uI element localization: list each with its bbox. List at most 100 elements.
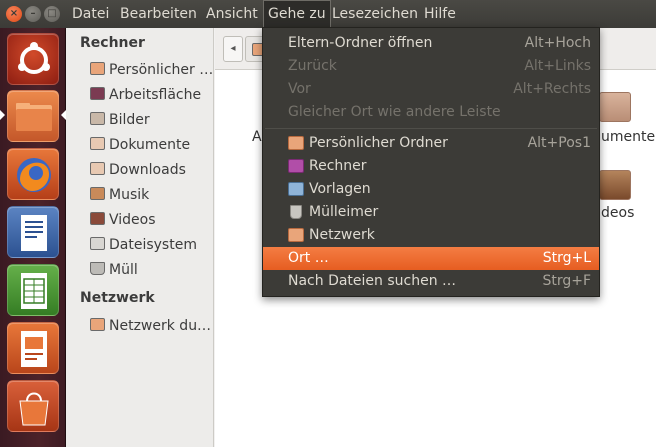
menu-item-location[interactable]: Ort … Strg+L xyxy=(263,247,599,270)
menu-item-templates[interactable]: Vorlagen xyxy=(263,178,599,201)
menu-item-computer[interactable]: Rechner xyxy=(263,155,599,178)
folder-icon xyxy=(16,103,52,131)
menu-item-parent-folder[interactable]: Eltern-Ordner öffnen Alt+Hoch xyxy=(263,32,599,55)
menu-item-accelerator: Alt+Hoch xyxy=(524,35,591,51)
videos-folder-icon xyxy=(90,212,105,225)
firefox-launcher-button[interactable] xyxy=(7,148,59,200)
menu-item-label: Rechner xyxy=(309,158,367,174)
file-label-documents[interactable]: umente xyxy=(601,129,655,145)
menu-gehe-zu[interactable]: Gehe zu xyxy=(263,0,331,28)
menu-item-label: Vorlagen xyxy=(309,181,371,197)
sidebar-item-documents[interactable]: Dokumente xyxy=(90,134,190,156)
menu-lesezeichen[interactable]: Lesezeichen xyxy=(328,0,422,28)
filesystem-icon xyxy=(90,237,105,250)
menu-item-label: Nach Dateien suchen … xyxy=(288,273,457,289)
libreoffice-impress-icon xyxy=(21,331,47,367)
impress-launcher-button[interactable] xyxy=(7,322,59,374)
sidebar-item-label: Dateisystem xyxy=(109,237,197,253)
menu-item-search-files[interactable]: Nach Dateien suchen … Strg+F xyxy=(263,270,599,293)
sidebar-item-label: Netzwerk du… xyxy=(109,318,212,334)
sidebar-item-label: Musik xyxy=(109,187,150,203)
network-icon xyxy=(90,318,105,331)
sidebar-heading-netzwerk: Netzwerk xyxy=(80,290,155,306)
menu-bearbeiten[interactable]: Bearbeiten xyxy=(116,0,201,28)
menu-item-label: Persönlicher Ordner xyxy=(309,135,448,151)
back-arrow-button[interactable]: ◂ xyxy=(223,36,243,62)
unity-launcher xyxy=(0,28,66,447)
file-label-videos[interactable]: deos xyxy=(601,205,634,221)
menu-item-label: Vor xyxy=(288,81,311,97)
minimize-window-button[interactable]: – xyxy=(25,6,41,22)
sidebar-item-desktop[interactable]: Arbeitsfläche xyxy=(90,84,201,106)
pictures-folder-icon xyxy=(90,112,105,125)
sidebar-item-label: Bilder xyxy=(109,112,150,128)
sidebar-item-label: Arbeitsfläche xyxy=(109,87,202,103)
dash-home-button[interactable] xyxy=(7,33,59,85)
calc-launcher-button[interactable] xyxy=(7,264,59,316)
menu-datei[interactable]: Datei xyxy=(68,0,113,28)
home-folder-icon xyxy=(90,62,105,75)
sidebar-item-filesystem[interactable]: Dateisystem xyxy=(90,234,197,256)
downloads-folder-icon xyxy=(90,162,105,175)
menu-item-accelerator: Strg+F xyxy=(542,273,591,289)
menu-item-label: Gleicher Ort wie andere Leiste xyxy=(288,104,501,120)
trash-icon xyxy=(290,205,302,219)
sidebar-item-label: Müll xyxy=(109,262,138,278)
sidebar-item-network[interactable]: Netzwerk du… xyxy=(90,315,211,337)
shopping-bag-icon xyxy=(19,392,49,426)
maximize-window-button[interactable]: □ xyxy=(44,6,60,22)
file-label-partial[interactable]: A xyxy=(252,129,262,145)
documents-folder-icon xyxy=(90,137,105,150)
menu-item-label: Ort … xyxy=(288,250,329,266)
firefox-icon xyxy=(17,158,51,192)
menu-item-label: Eltern-Ordner öffnen xyxy=(288,35,433,51)
writer-launcher-button[interactable] xyxy=(7,206,59,258)
places-sidebar: Rechner Persönlicher … Arbeitsfläche Bil… xyxy=(66,28,214,447)
sidebar-item-pictures[interactable]: Bilder xyxy=(90,109,150,131)
music-folder-icon xyxy=(90,187,105,200)
sidebar-item-music[interactable]: Musik xyxy=(90,184,149,206)
computer-icon xyxy=(288,159,304,173)
templates-icon xyxy=(288,182,304,196)
network-icon xyxy=(288,228,304,242)
menu-ansicht[interactable]: Ansicht xyxy=(202,0,262,28)
close-window-button[interactable]: × xyxy=(6,6,22,22)
menu-item-accelerator: Alt+Links xyxy=(524,58,591,74)
sidebar-item-label: Videos xyxy=(109,212,156,228)
libreoffice-calc-icon xyxy=(21,273,47,309)
menu-item-network[interactable]: Netzwerk xyxy=(263,224,599,247)
menu-item-label: Zurück xyxy=(288,58,337,74)
files-launcher-button[interactable] xyxy=(7,90,59,142)
menu-item-trash[interactable]: Mülleimer xyxy=(263,201,599,224)
sidebar-item-label: Downloads xyxy=(109,162,186,178)
menu-item-home-folder[interactable]: Persönlicher Ordner Alt+Pos1 xyxy=(263,132,599,155)
sidebar-item-videos[interactable]: Videos xyxy=(90,209,156,231)
menu-item-accelerator: Alt+Rechts xyxy=(513,81,591,97)
libreoffice-writer-icon xyxy=(21,215,47,251)
sidebar-heading-rechner: Rechner xyxy=(80,35,145,51)
sidebar-item-trash[interactable]: Müll xyxy=(90,259,138,281)
menubar: × – □ Datei Bearbeiten Ansicht Gehe zu L… xyxy=(0,0,656,28)
sidebar-item-label: Persönlicher … xyxy=(109,62,214,78)
menu-item-same-location: Gleicher Ort wie andere Leiste xyxy=(263,101,599,124)
ubuntu-logo-icon xyxy=(18,42,50,74)
menu-item-label: Mülleimer xyxy=(309,204,379,220)
sidebar-item-label: Dokumente xyxy=(109,137,191,153)
desktop-icon xyxy=(90,87,105,100)
menu-item-forward: Vor Alt+Rechts xyxy=(263,78,599,101)
menu-item-label: Netzwerk xyxy=(309,227,375,243)
sidebar-item-home[interactable]: Persönlicher … xyxy=(90,59,213,81)
gehe-zu-dropdown-menu: Eltern-Ordner öffnen Alt+Hoch Zurück Alt… xyxy=(262,27,600,297)
software-center-launcher-button[interactable] xyxy=(7,380,59,432)
menu-item-back: Zurück Alt+Links xyxy=(263,55,599,78)
menu-item-accelerator: Alt+Pos1 xyxy=(527,135,591,151)
trash-icon xyxy=(90,262,105,275)
menu-hilfe[interactable]: Hilfe xyxy=(420,0,460,28)
home-folder-icon xyxy=(288,136,304,150)
sidebar-item-downloads[interactable]: Downloads xyxy=(90,159,186,181)
menu-item-accelerator: Strg+L xyxy=(542,250,591,266)
active-indicator-left xyxy=(0,110,5,120)
videos-folder-icon[interactable] xyxy=(599,170,631,200)
menu-separator xyxy=(265,128,597,129)
documents-folder-icon[interactable] xyxy=(599,92,631,122)
